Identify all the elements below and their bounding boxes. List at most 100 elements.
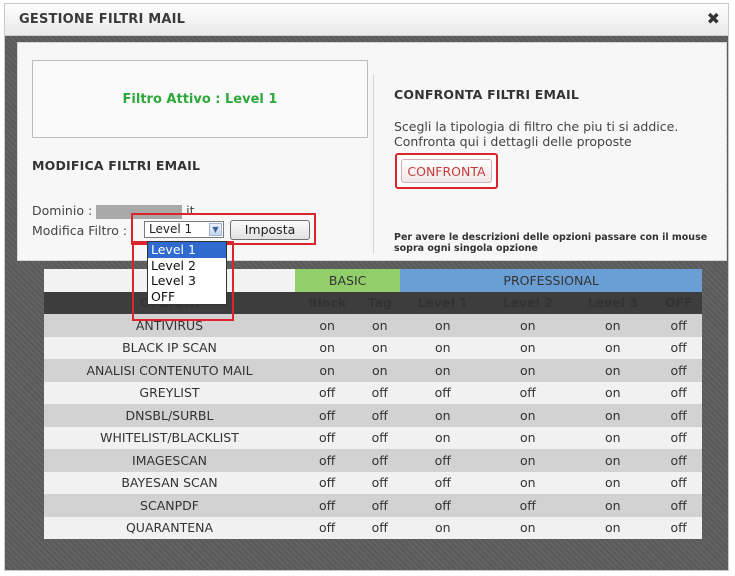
table-cell: on	[400, 359, 486, 382]
table-cell: off	[359, 449, 401, 472]
dialog-titlebar: GESTIONE FILTRI MAIL ✖	[5, 4, 728, 36]
table-cell: on	[400, 404, 486, 427]
table-cell: off	[655, 404, 702, 427]
domain-label: Dominio :	[32, 203, 93, 218]
column-header: Level 2	[485, 291, 571, 314]
option-name[interactable]: ANALISI CONTENUTO MAIL	[44, 359, 295, 382]
table-row: WHITELIST/BLACKLIST off off on on on off	[44, 426, 702, 449]
active-filter-text: Filtro Attivo : Level 1	[122, 92, 278, 107]
close-icon[interactable]: ✖	[707, 9, 720, 28]
table-cell: off	[655, 381, 702, 404]
table-cell: on	[485, 516, 571, 539]
table-cell: off	[655, 359, 702, 382]
table-row: SCANPDF off off off off on off	[44, 494, 702, 517]
table-cell: on	[485, 404, 571, 427]
table-row: DNSBL/SURBL off off on on on off	[44, 404, 702, 427]
dropdown-option-level-1[interactable]: Level 1	[148, 242, 226, 258]
table-cell: on	[485, 471, 571, 494]
table-cell: off	[359, 404, 401, 427]
table-cell: on	[570, 426, 656, 449]
table-cell: on	[570, 494, 656, 517]
option-name[interactable]: BLACK IP SCAN	[44, 336, 295, 359]
dropdown-option-level-3[interactable]: Level 3	[148, 273, 226, 289]
professional-group-header: PROFESSIONAL	[400, 269, 702, 292]
table-cell: off	[485, 381, 571, 404]
compare-section-title: CONFRONTA FILTRI EMAIL	[394, 87, 580, 102]
table-cell: off	[655, 494, 702, 517]
table-cell: off	[295, 426, 360, 449]
column-header: Level 1	[400, 291, 486, 314]
basic-group-header: BASIC	[295, 269, 401, 292]
table-cell: on	[485, 426, 571, 449]
table-cell: off	[400, 471, 486, 494]
table-cell: off	[655, 314, 702, 337]
table-cell: on	[485, 336, 571, 359]
table-cell: on	[570, 314, 656, 337]
table-cell: on	[359, 314, 401, 337]
table-cell: off	[655, 449, 702, 472]
table-cell: off	[295, 494, 360, 517]
table-cell: on	[485, 314, 571, 337]
table-cell: off	[400, 449, 486, 472]
table-cell: on	[570, 449, 656, 472]
table-row: ANALISI CONTENUTO MAIL on on on on on of…	[44, 359, 702, 382]
option-name[interactable]: SCANPDF	[44, 494, 295, 517]
option-name[interactable]: GREYLIST	[44, 381, 295, 404]
table-row: IMAGESCAN off off off on on off	[44, 449, 702, 472]
option-name[interactable]: BAYESAN SCAN	[44, 471, 295, 494]
dropdown-option-level-2[interactable]: Level 2	[148, 258, 226, 274]
dropdown-option-off[interactable]: OFF	[148, 289, 226, 305]
modify-section-title: MODIFICA FILTRI EMAIL	[32, 158, 201, 173]
dialog-title: GESTIONE FILTRI MAIL	[19, 12, 186, 27]
table-cell: off	[655, 426, 702, 449]
table-cell: on	[570, 359, 656, 382]
column-header: Tag	[359, 291, 401, 314]
confronta-button[interactable]: CONFRONTA	[401, 159, 492, 183]
confronta-highlight: CONFRONTA	[395, 153, 498, 189]
table-cell: off	[295, 449, 360, 472]
table-cell: on	[400, 314, 486, 337]
compare-description-1: Scegli la tipologia di filtro che piu ti…	[394, 119, 679, 134]
filter-dialog: GESTIONE FILTRI MAIL ✖ Filtro Attivo : L…	[4, 3, 729, 571]
filter-dropdown-list: Level 1 Level 2 Level 3 OFF	[147, 241, 227, 305]
table-cell: off	[295, 381, 360, 404]
option-name[interactable]: IMAGESCAN	[44, 449, 295, 472]
table-cell: on	[570, 471, 656, 494]
table-cell: on	[485, 359, 571, 382]
table-cell: on	[400, 336, 486, 359]
table-cell: on	[570, 336, 656, 359]
table-cell: off	[295, 404, 360, 427]
table-cell: off	[359, 426, 401, 449]
table-cell: off	[295, 516, 360, 539]
modify-filter-label: Modifica Filtro :	[32, 223, 128, 238]
table-cell: off	[400, 494, 486, 517]
table-cell: on	[570, 381, 656, 404]
table-cell: off	[655, 516, 702, 539]
table-cell: on	[570, 516, 656, 539]
table-cell: off	[655, 336, 702, 359]
column-header: Block	[295, 291, 360, 314]
hover-hint: Per avere le descrizioni delle opzioni p…	[394, 232, 708, 254]
table-row: BAYESAN SCAN off off off on on off	[44, 471, 702, 494]
column-header: OFF	[655, 291, 702, 314]
option-name[interactable]: DNSBL/SURBL	[44, 404, 295, 427]
option-name[interactable]: WHITELIST/BLACKLIST	[44, 426, 295, 449]
option-name[interactable]: QUARANTENA	[44, 516, 295, 539]
table-cell: off	[359, 381, 401, 404]
table-cell: on	[359, 336, 401, 359]
table-cell: off	[359, 494, 401, 517]
table-cell: off	[359, 471, 401, 494]
table-cell: on	[295, 314, 360, 337]
table-cell: off	[485, 494, 571, 517]
column-header: Level 3	[570, 291, 656, 314]
table-row: QUARANTENA off off on on on off	[44, 516, 702, 539]
table-cell: off	[295, 471, 360, 494]
table-cell: on	[295, 336, 360, 359]
table-cell: on	[485, 449, 571, 472]
settings-panel: Filtro Attivo : Level 1 MODIFICA FILTRI …	[17, 42, 727, 261]
table-cell: on	[400, 516, 486, 539]
table-cell: off	[400, 381, 486, 404]
panel-divider	[373, 75, 374, 253]
compare-description-2: Confronta qui i dettagli delle proposte	[394, 134, 632, 149]
table-row: GREYLIST off off off off on off	[44, 381, 702, 404]
